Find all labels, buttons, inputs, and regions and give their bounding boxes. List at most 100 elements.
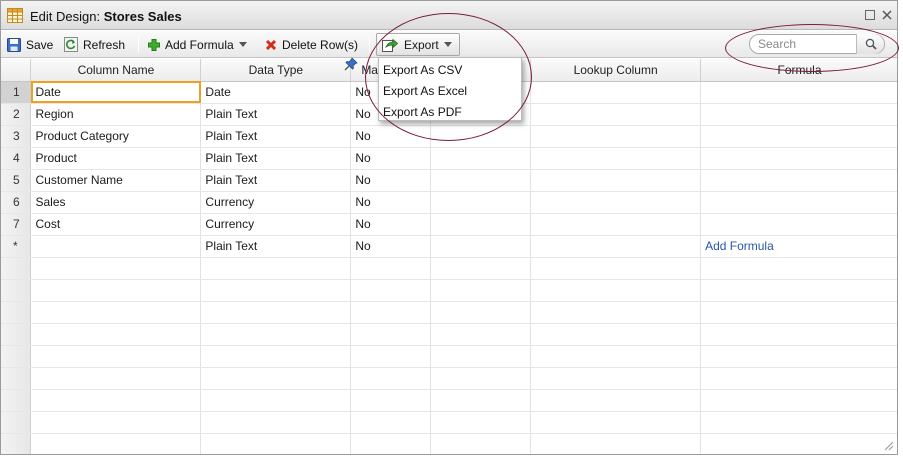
cell-formula[interactable] <box>700 389 897 412</box>
cell-column-name[interactable] <box>30 433 202 454</box>
cell-formula[interactable] <box>700 125 897 148</box>
cell-formula[interactable] <box>700 301 897 324</box>
cell-formula[interactable] <box>700 103 897 126</box>
cell-lookup-column[interactable] <box>530 301 702 324</box>
cell-data-type[interactable] <box>200 257 352 280</box>
cell-blank[interactable] <box>430 169 532 192</box>
cell-lookup-column[interactable] <box>530 257 702 280</box>
empty-row[interactable] <box>1 389 897 412</box>
pushpin-icon[interactable] <box>344 57 358 71</box>
search-input[interactable] <box>758 36 854 52</box>
menu-item-export-excel[interactable]: Export As Excel <box>379 81 521 102</box>
cell-blank[interactable] <box>430 411 532 434</box>
search-button[interactable] <box>856 34 884 54</box>
cell-ma[interactable] <box>350 389 432 412</box>
add-formula-button[interactable]: Add Formula <box>148 35 247 54</box>
cell-blank[interactable] <box>430 345 532 368</box>
resize-grip-icon[interactable] <box>882 439 894 451</box>
cell-column-name[interactable] <box>30 235 202 258</box>
cell-lookup-column[interactable] <box>530 411 702 434</box>
delete-rows-button[interactable]: Delete Row(s) <box>265 35 358 54</box>
cell-column-name[interactable]: Date <box>30 81 202 104</box>
cell-ma[interactable] <box>350 323 432 346</box>
menu-item-export-csv[interactable]: Export As CSV <box>379 60 521 81</box>
menu-item-export-pdf[interactable]: Export As PDF <box>379 102 521 123</box>
cell-column-name[interactable]: Customer Name <box>30 169 202 192</box>
column-header-lookup-column[interactable]: Lookup Column <box>530 59 702 82</box>
cell-data-type[interactable] <box>200 367 352 390</box>
cell-ma[interactable] <box>350 301 432 324</box>
cell-blank[interactable] <box>430 125 532 148</box>
cell-column-name[interactable]: Region <box>30 103 202 126</box>
empty-row[interactable] <box>1 323 897 346</box>
cell-lookup-column[interactable] <box>530 125 702 148</box>
empty-row[interactable] <box>1 279 897 302</box>
cell-column-name[interactable] <box>30 323 202 346</box>
cell-lookup-column[interactable] <box>530 235 702 258</box>
cell-blank[interactable] <box>430 433 532 454</box>
cell-formula[interactable] <box>700 345 897 368</box>
close-icon[interactable] <box>882 10 892 20</box>
export-button[interactable]: Export <box>376 33 460 56</box>
cell-data-type[interactable] <box>200 389 352 412</box>
cell-lookup-column[interactable] <box>530 345 702 368</box>
cell-formula[interactable] <box>700 279 897 302</box>
cell-ma[interactable]: No <box>350 191 432 214</box>
empty-row[interactable] <box>1 433 897 454</box>
cell-lookup-column[interactable] <box>530 213 702 236</box>
cell-ma[interactable] <box>350 345 432 368</box>
cell-ma[interactable]: No <box>350 125 432 148</box>
cell-formula[interactable] <box>700 433 897 454</box>
cell-data-type[interactable]: Date <box>200 81 352 104</box>
save-button[interactable]: Save <box>7 35 53 54</box>
cell-formula[interactable] <box>700 147 897 170</box>
cell-blank[interactable] <box>430 323 532 346</box>
cell-column-name[interactable]: Product <box>30 147 202 170</box>
cell-data-type[interactable] <box>200 345 352 368</box>
column-header-column-name[interactable]: Column Name <box>30 59 202 82</box>
cell-formula[interactable] <box>700 367 897 390</box>
cell-ma[interactable] <box>350 367 432 390</box>
cell-blank[interactable] <box>430 301 532 324</box>
refresh-button[interactable]: Refresh <box>64 35 125 54</box>
cell-ma[interactable] <box>350 257 432 280</box>
cell-blank[interactable] <box>430 147 532 170</box>
cell-formula[interactable] <box>700 257 897 280</box>
cell-formula[interactable] <box>700 411 897 434</box>
cell-data-type[interactable] <box>200 279 352 302</box>
cell-ma[interactable] <box>350 411 432 434</box>
cell-column-name[interactable] <box>30 345 202 368</box>
cell-formula[interactable] <box>700 169 897 192</box>
cell-data-type[interactable]: Plain Text <box>200 125 352 148</box>
cell-lookup-column[interactable] <box>530 323 702 346</box>
cell-data-type[interactable]: Plain Text <box>200 169 352 192</box>
cell-data-type[interactable] <box>200 411 352 434</box>
cell-lookup-column[interactable] <box>530 103 702 126</box>
cell-formula[interactable] <box>700 81 897 104</box>
cell-lookup-column[interactable] <box>530 279 702 302</box>
add-formula-link[interactable]: Add Formula <box>700 235 897 258</box>
cell-blank[interactable] <box>430 279 532 302</box>
cell-column-name[interactable] <box>30 411 202 434</box>
empty-row[interactable] <box>1 257 897 280</box>
table-row[interactable]: 6 Sales Currency No <box>1 191 897 214</box>
cell-blank[interactable] <box>430 257 532 280</box>
cell-formula[interactable] <box>700 213 897 236</box>
table-row[interactable]: 4 Product Plain Text No <box>1 147 897 170</box>
cell-ma[interactable]: No <box>350 235 432 258</box>
cell-ma[interactable] <box>350 433 432 454</box>
cell-column-name[interactable] <box>30 367 202 390</box>
maximize-icon[interactable] <box>865 10 875 20</box>
cell-column-name[interactable]: Cost <box>30 213 202 236</box>
cell-ma[interactable]: No <box>350 213 432 236</box>
cell-lookup-column[interactable] <box>530 169 702 192</box>
cell-lookup-column[interactable] <box>530 81 702 104</box>
cell-blank[interactable] <box>430 235 532 258</box>
cell-lookup-column[interactable] <box>530 367 702 390</box>
empty-row[interactable] <box>1 301 897 324</box>
cell-column-name[interactable] <box>30 279 202 302</box>
cell-column-name[interactable]: Product Category <box>30 125 202 148</box>
cell-blank[interactable] <box>430 213 532 236</box>
cell-lookup-column[interactable] <box>530 389 702 412</box>
cell-ma[interactable] <box>350 279 432 302</box>
